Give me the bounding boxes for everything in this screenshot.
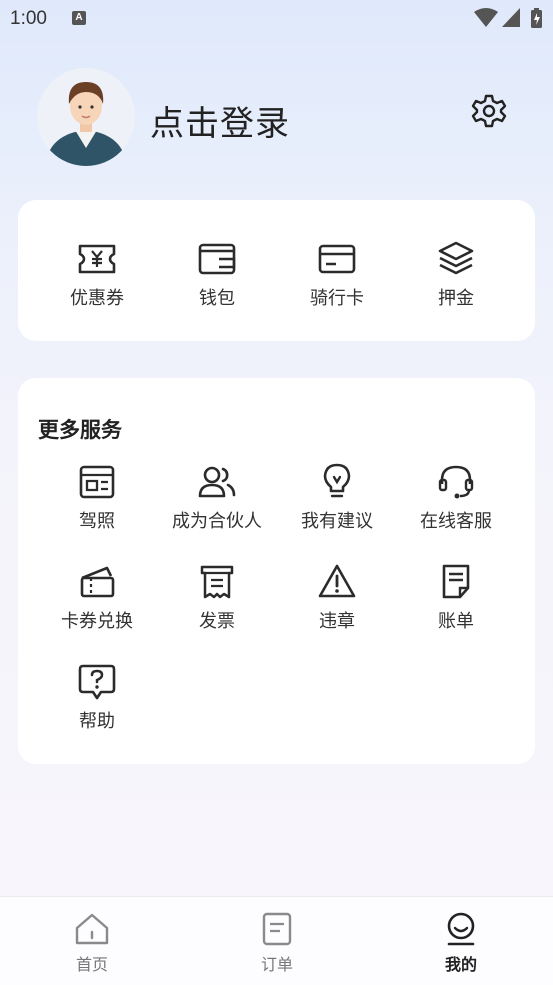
wallet-button[interactable]: 钱包: [157, 239, 277, 310]
avatar[interactable]: [37, 68, 135, 166]
card-icon: [318, 244, 356, 274]
warning-icon: [318, 564, 356, 598]
login-link[interactable]: 点击登录: [150, 96, 290, 145]
home-icon: [75, 913, 109, 945]
suggestion-label: 我有建议: [301, 511, 373, 532]
invoice-icon: [200, 565, 234, 599]
partner-label: 成为合伙人: [172, 511, 262, 532]
bottom-tab-bar: 首页 订单 我的: [0, 896, 553, 985]
avatar-illustration: [37, 68, 135, 166]
bill-icon: [442, 564, 470, 599]
help-button[interactable]: 帮助: [37, 662, 157, 733]
tab-profile[interactable]: 我的: [411, 911, 511, 975]
cellular-signal-icon: [502, 8, 520, 27]
driver-license-label: 驾照: [79, 511, 115, 532]
invoice-button[interactable]: 发票: [157, 562, 277, 633]
tab-profile-label: 我的: [444, 955, 477, 974]
tab-home[interactable]: 首页: [42, 911, 142, 975]
bulb-icon: [323, 463, 351, 498]
status-bar: 1:00 A: [0, 0, 553, 38]
partner-button[interactable]: 成为合伙人: [157, 462, 277, 533]
license-icon: [79, 465, 115, 499]
order-icon: [262, 912, 292, 946]
wallet-card: 优惠券 钱包 骑行卡 押金: [18, 200, 535, 341]
tab-orders[interactable]: 订单: [227, 911, 327, 975]
headset-icon: [438, 465, 474, 499]
card-redeem-label: 卡券兑换: [61, 611, 133, 632]
profile-icon: [447, 912, 475, 946]
deposit-icon: [438, 241, 474, 275]
riding-card-label: 骑行卡: [310, 288, 364, 309]
card-redeem-button[interactable]: 卡券兑换: [37, 562, 157, 633]
more-services-title: 更多服务: [38, 418, 122, 442]
invoice-label: 发票: [199, 611, 235, 632]
help-label: 帮助: [79, 711, 115, 732]
wallet-icon: [198, 243, 236, 275]
partner-icon: [198, 466, 236, 498]
violation-label: 违章: [319, 611, 355, 632]
online-service-button[interactable]: 在线客服: [396, 462, 516, 533]
ticket-icon: [80, 566, 115, 598]
status-time: 1:00: [10, 8, 47, 29]
settings-gear-icon[interactable]: [471, 93, 507, 129]
help-icon: [78, 664, 116, 700]
online-service-label: 在线客服: [420, 511, 492, 532]
tab-home-label: 首页: [75, 955, 108, 974]
wallet-label: 钱包: [199, 288, 235, 309]
bill-label: 账单: [438, 611, 474, 632]
bill-button[interactable]: 账单: [396, 562, 516, 633]
tab-orders-label: 订单: [260, 955, 293, 974]
coupon-button[interactable]: 优惠券: [37, 239, 157, 310]
battery-icon: [531, 8, 542, 28]
notification-icon: A: [72, 11, 86, 25]
violation-button[interactable]: 违章: [277, 562, 397, 633]
deposit-label: 押金: [438, 288, 474, 309]
suggestion-button[interactable]: 我有建议: [277, 462, 397, 533]
driver-license-button[interactable]: 驾照: [37, 462, 157, 533]
riding-card-button[interactable]: 骑行卡: [277, 239, 397, 310]
more-services-card: 更多服务 驾照 成为合伙人 我有建议 在线客服 卡券兑换 发票 违章 账单 帮助: [18, 378, 535, 764]
coupon-icon: [78, 244, 116, 274]
wifi-icon: [474, 8, 498, 27]
deposit-button[interactable]: 押金: [396, 239, 516, 310]
coupon-label: 优惠券: [70, 288, 124, 309]
